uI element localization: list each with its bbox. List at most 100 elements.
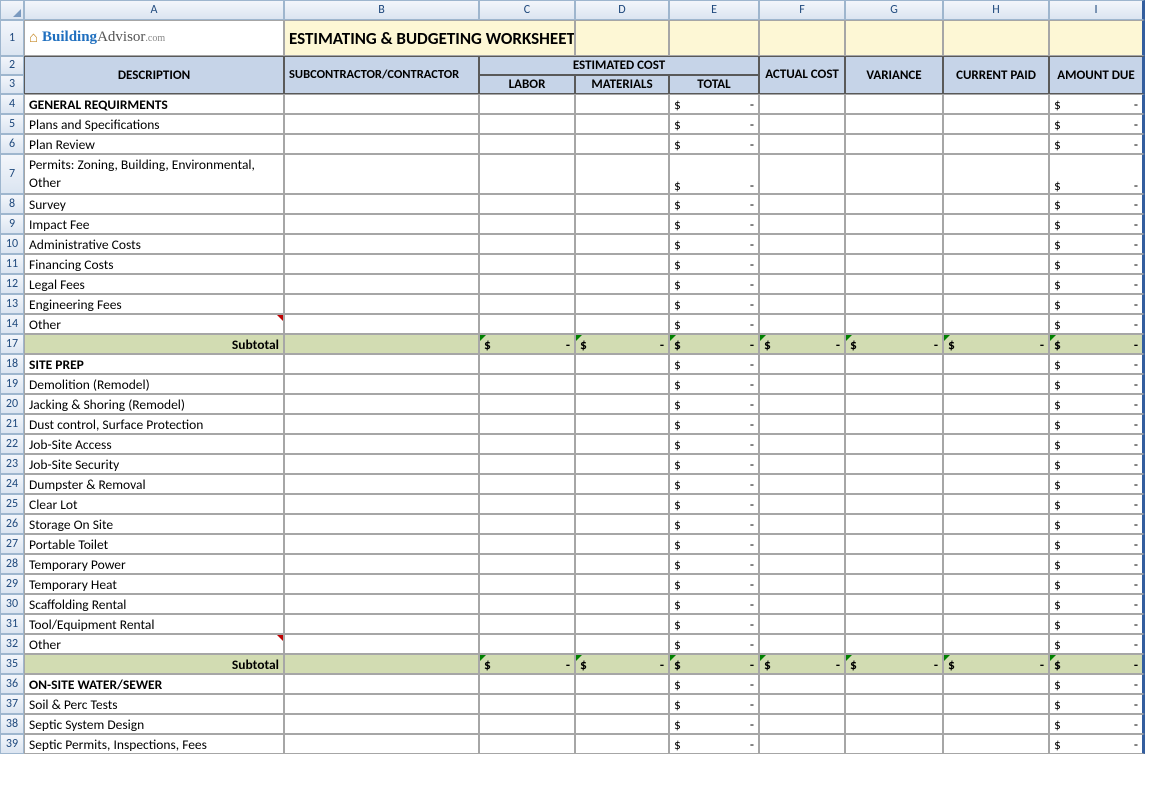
- data-cell[interactable]: [479, 714, 575, 734]
- data-cell[interactable]: [845, 634, 943, 654]
- money-cell[interactable]: $-: [1049, 394, 1145, 414]
- description-cell[interactable]: Subtotal: [24, 654, 284, 674]
- money-cell[interactable]: $-: [1049, 614, 1145, 634]
- data-cell[interactable]: [943, 254, 1049, 274]
- row-header[interactable]: 9: [0, 214, 24, 234]
- data-cell[interactable]: [575, 574, 669, 594]
- subcontractor-cell[interactable]: [284, 194, 479, 214]
- money-cell[interactable]: $-: [669, 94, 759, 114]
- data-cell[interactable]: [845, 134, 943, 154]
- money-cell[interactable]: $-: [1049, 474, 1145, 494]
- money-cell[interactable]: $-: [669, 114, 759, 134]
- subcontractor-cell[interactable]: [284, 134, 479, 154]
- data-cell[interactable]: [479, 394, 575, 414]
- data-cell[interactable]: [575, 394, 669, 414]
- data-cell[interactable]: [759, 554, 845, 574]
- data-cell[interactable]: [759, 634, 845, 654]
- subcontractor-cell[interactable]: [284, 714, 479, 734]
- subcontractor-cell[interactable]: [284, 114, 479, 134]
- subcontractor-cell[interactable]: [284, 254, 479, 274]
- data-cell[interactable]: [759, 194, 845, 214]
- header-amount-due[interactable]: AMOUNT DUE: [1049, 56, 1145, 94]
- money-cell[interactable]: $-: [1049, 694, 1145, 714]
- row-header[interactable]: 29: [0, 574, 24, 594]
- data-cell[interactable]: [845, 734, 943, 754]
- row-header[interactable]: 8: [0, 194, 24, 214]
- data-cell[interactable]: [575, 154, 669, 194]
- data-cell[interactable]: [759, 154, 845, 194]
- data-cell[interactable]: [575, 514, 669, 534]
- subcontractor-cell[interactable]: [284, 514, 479, 534]
- data-cell[interactable]: [845, 214, 943, 234]
- money-cell[interactable]: $-: [1049, 94, 1145, 114]
- data-cell[interactable]: [479, 574, 575, 594]
- description-cell[interactable]: Plan Review: [24, 134, 284, 154]
- data-cell[interactable]: [575, 114, 669, 134]
- row-header[interactable]: 23: [0, 454, 24, 474]
- money-cell[interactable]: $-: [1049, 354, 1145, 374]
- data-cell[interactable]: [845, 594, 943, 614]
- description-cell[interactable]: Septic System Design: [24, 714, 284, 734]
- data-cell[interactable]: [479, 134, 575, 154]
- money-cell[interactable]: $-: [479, 654, 575, 674]
- money-cell[interactable]: $-: [669, 634, 759, 654]
- subcontractor-cell[interactable]: [284, 474, 479, 494]
- header-variance[interactable]: VARIANCE: [845, 56, 943, 94]
- description-cell[interactable]: Temporary Heat: [24, 574, 284, 594]
- data-cell[interactable]: [479, 214, 575, 234]
- subcontractor-cell[interactable]: [284, 334, 479, 354]
- money-cell[interactable]: $-: [1049, 374, 1145, 394]
- data-cell[interactable]: [845, 374, 943, 394]
- description-cell[interactable]: Storage On Site: [24, 514, 284, 534]
- header-materials[interactable]: MATERIALS: [575, 75, 669, 94]
- data-cell[interactable]: [479, 414, 575, 434]
- money-cell[interactable]: $-: [669, 274, 759, 294]
- money-cell[interactable]: $-: [759, 654, 845, 674]
- description-cell[interactable]: Dumpster & Removal: [24, 474, 284, 494]
- data-cell[interactable]: [759, 314, 845, 334]
- data-cell[interactable]: [845, 274, 943, 294]
- data-cell[interactable]: [575, 454, 669, 474]
- data-cell[interactable]: [943, 594, 1049, 614]
- subcontractor-cell[interactable]: [284, 154, 479, 194]
- subcontractor-cell[interactable]: [284, 574, 479, 594]
- column-header-B[interactable]: B: [284, 0, 479, 20]
- header-estimated-cost[interactable]: ESTIMATED COST: [479, 56, 759, 75]
- data-cell[interactable]: [943, 514, 1049, 534]
- data-cell[interactable]: [479, 474, 575, 494]
- money-cell[interactable]: $-: [575, 654, 669, 674]
- data-cell[interactable]: [845, 294, 943, 314]
- data-cell[interactable]: [479, 674, 575, 694]
- data-cell[interactable]: [479, 374, 575, 394]
- data-cell[interactable]: [575, 714, 669, 734]
- data-cell[interactable]: [575, 614, 669, 634]
- money-cell[interactable]: $-: [1049, 734, 1145, 754]
- description-cell[interactable]: Other: [24, 314, 284, 334]
- description-cell[interactable]: ON-SITE WATER/SEWER: [24, 674, 284, 694]
- data-cell[interactable]: [575, 314, 669, 334]
- data-cell[interactable]: [943, 314, 1049, 334]
- money-cell[interactable]: $-: [1049, 654, 1145, 674]
- money-cell[interactable]: $-: [669, 554, 759, 574]
- money-cell[interactable]: $-: [669, 134, 759, 154]
- money-cell[interactable]: $-: [669, 494, 759, 514]
- data-cell[interactable]: [575, 414, 669, 434]
- data-cell[interactable]: [943, 614, 1049, 634]
- column-header-I[interactable]: I: [1049, 0, 1145, 20]
- data-cell[interactable]: [845, 154, 943, 194]
- subcontractor-cell[interactable]: [284, 494, 479, 514]
- subcontractor-cell[interactable]: [284, 614, 479, 634]
- select-all-corner[interactable]: [0, 0, 24, 20]
- header-subcontractor[interactable]: SUBCONTRACTOR/CONTRACTOR: [284, 56, 479, 94]
- row-header[interactable]: 3: [0, 75, 24, 94]
- subcontractor-cell[interactable]: [284, 374, 479, 394]
- money-cell[interactable]: $-: [1049, 314, 1145, 334]
- subcontractor-cell[interactable]: [284, 734, 479, 754]
- column-header-D[interactable]: D: [575, 0, 669, 20]
- data-cell[interactable]: [759, 494, 845, 514]
- money-cell[interactable]: $-: [1049, 714, 1145, 734]
- money-cell[interactable]: $-: [669, 434, 759, 454]
- data-cell[interactable]: [845, 414, 943, 434]
- data-cell[interactable]: [759, 594, 845, 614]
- money-cell[interactable]: $-: [1049, 554, 1145, 574]
